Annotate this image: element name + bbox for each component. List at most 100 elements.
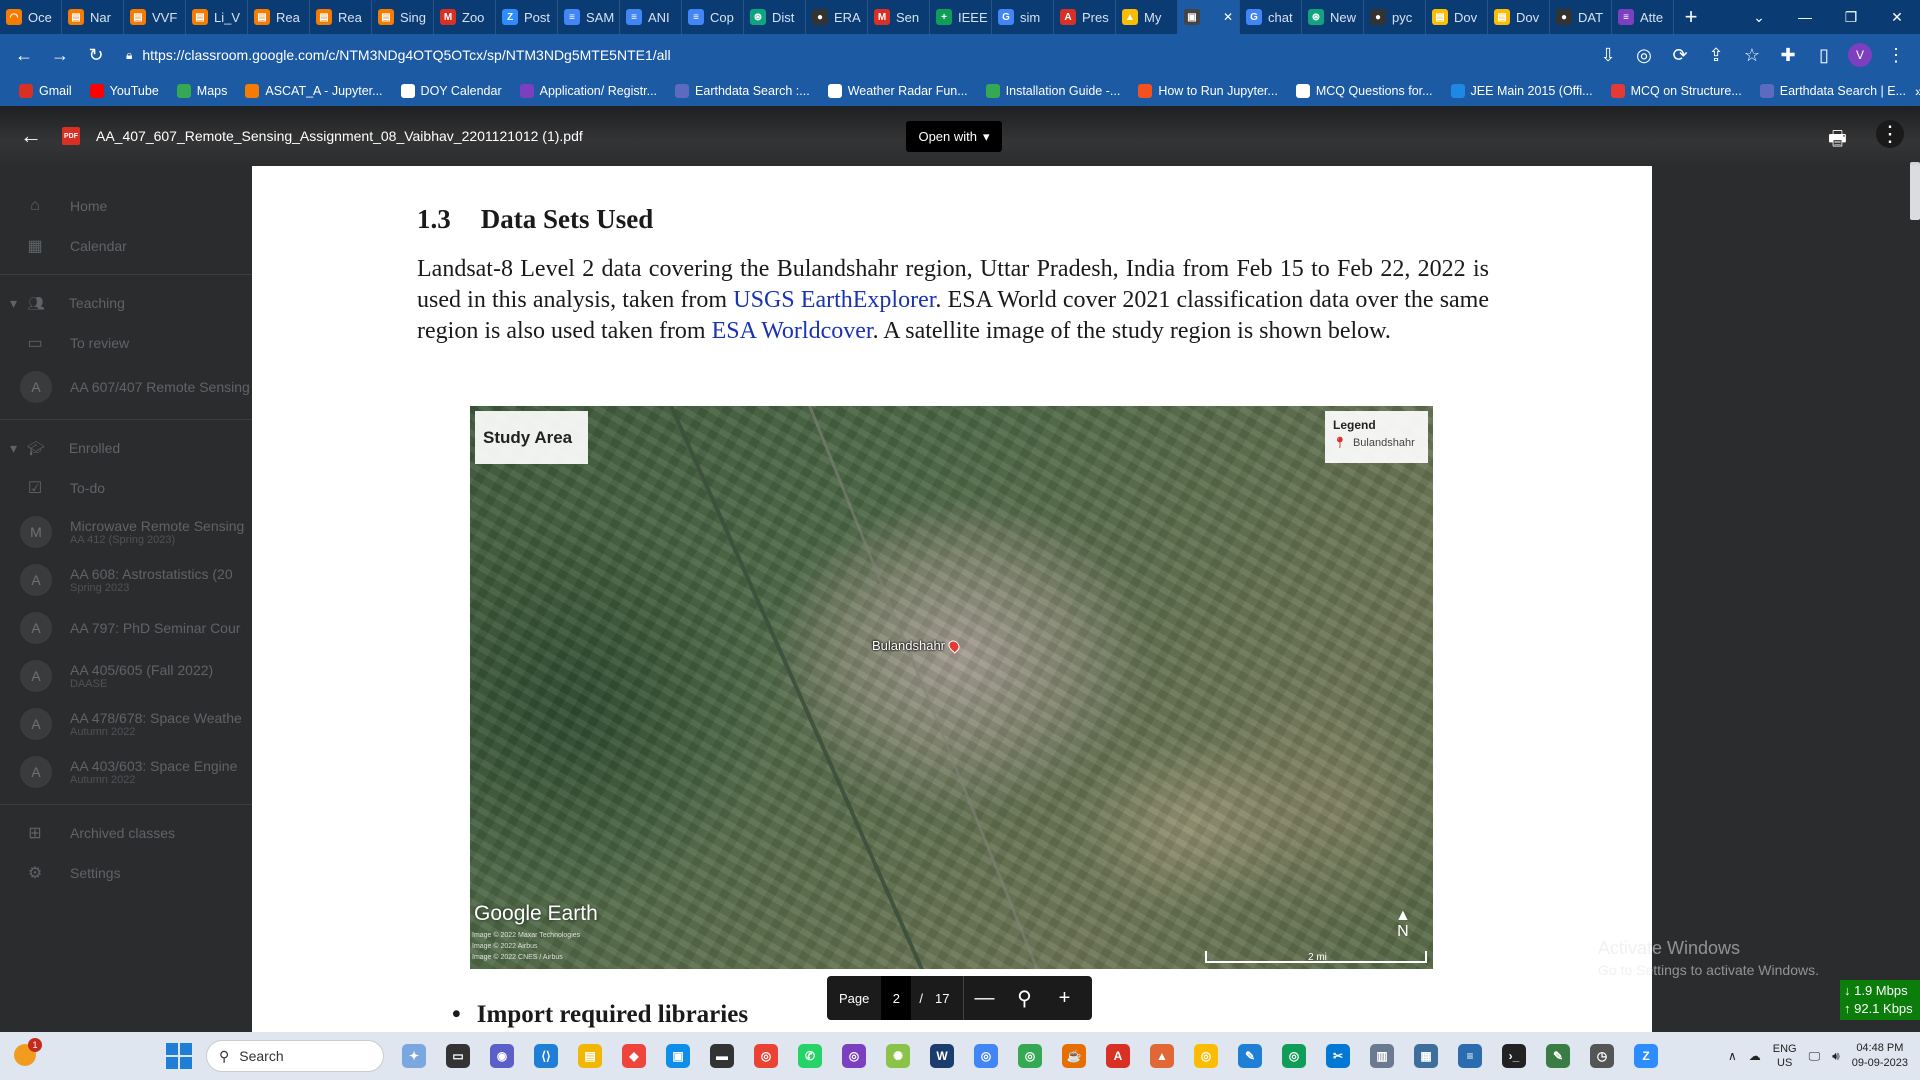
new-tab-button[interactable]: +: [1674, 0, 1708, 34]
browser-tab[interactable]: ⊛ New: [1302, 0, 1364, 34]
zoom-icon[interactable]: Z: [1624, 1034, 1668, 1078]
current-page-input[interactable]: 2: [881, 976, 912, 1020]
restore-button[interactable]: ❐: [1828, 0, 1874, 34]
widgets-icon[interactable]: ✦: [392, 1034, 436, 1078]
scrollbar-thumb[interactable]: [1910, 162, 1920, 220]
bookmark-item[interactable]: ASCAT_A - Jupyter...: [236, 84, 391, 98]
chrome-alt2-icon[interactable]: ◎: [1008, 1034, 1052, 1078]
browser-tab[interactable]: A Pres: [1054, 0, 1116, 34]
browser-tab[interactable]: ▤ Dov: [1426, 0, 1488, 34]
minimize-button[interactable]: —: [1782, 0, 1828, 34]
browser-tab[interactable]: ▲ My: [1116, 0, 1178, 34]
magnifier-icon[interactable]: ⚲: [1004, 976, 1044, 1020]
sidebar-course[interactable]: M Microwave Remote Sensing AA 412 (Spring …: [0, 508, 252, 556]
browser-tab[interactable]: ≡ Cop: [682, 0, 744, 34]
browser-tab[interactable]: ▤ Dov: [1488, 0, 1550, 34]
chrome-profile-icon[interactable]: ◎: [832, 1034, 876, 1078]
sidebar-course[interactable]: A AA 403/603: Space Engine Autumn 2022: [0, 748, 252, 796]
menu-icon[interactable]: ⋮: [1880, 39, 1912, 71]
more-options-icon[interactable]: ⋮: [1876, 120, 1904, 148]
browser-tab[interactable]: ◠ Oce: [0, 0, 62, 34]
spyder-icon[interactable]: ✺: [876, 1034, 920, 1078]
browser-tab[interactable]: ▤ Rea: [248, 0, 310, 34]
bookmarks-overflow-icon[interactable]: »: [1915, 83, 1920, 99]
vscode-icon[interactable]: ⟨⟩: [524, 1034, 568, 1078]
browser-tab[interactable]: Gsim: [992, 0, 1054, 34]
side-panel-icon[interactable]: ▯: [1808, 39, 1840, 71]
bookmark-item[interactable]: MCQ on Structure...: [1602, 84, 1751, 98]
sidebar-course[interactable]: A AA 607/407 Remote Sensing: [0, 363, 252, 411]
clock-app-icon[interactable]: ◷: [1580, 1034, 1624, 1078]
browser-tab[interactable]: ● ERA: [806, 0, 868, 34]
bookmark-item[interactable]: Maps: [168, 84, 237, 98]
chrome-alt3-icon[interactable]: ◎: [1184, 1034, 1228, 1078]
matlab-icon[interactable]: ▲: [1140, 1034, 1184, 1078]
back-arrow-icon[interactable]: ←: [20, 123, 46, 149]
browser-tab[interactable]: ≡ ANI: [620, 0, 682, 34]
sidebar-section-teaching[interactable]: ▾ 👥︎ Teaching: [0, 283, 252, 323]
bookmark-item[interactable]: Earthdata Search :...: [666, 84, 819, 98]
display-icon[interactable]: 🖵︎: [1809, 1049, 1821, 1064]
file-explorer-icon[interactable]: ▤: [568, 1034, 612, 1078]
onedrive-icon[interactable]: ☁: [1749, 1049, 1761, 1063]
java-icon[interactable]: ☕: [1052, 1034, 1096, 1078]
open-with-button[interactable]: Open with ▾: [906, 121, 1002, 152]
browser-tab[interactable]: ≡ Atte: [1612, 0, 1674, 34]
browser-tab[interactable]: ▤ Li_V: [186, 0, 248, 34]
sidebar-item-home[interactable]: ⌂ Home: [0, 186, 252, 226]
wordweb-icon[interactable]: W: [920, 1034, 964, 1078]
bookmark-item[interactable]: Installation Guide -...: [977, 84, 1130, 98]
cmd-icon[interactable]: ›_: [1492, 1034, 1536, 1078]
sidebar-item-to-review[interactable]: ▭ To review: [0, 323, 252, 363]
browser-tab[interactable]: M Zoo: [434, 0, 496, 34]
bookmark-item[interactable]: How to Run Jupyter...: [1129, 84, 1287, 98]
forward-icon[interactable]: →: [44, 39, 76, 71]
install-icon[interactable]: ⇩: [1592, 39, 1624, 71]
profile-button[interactable]: V: [1844, 39, 1876, 71]
usgs-earthexplorer-link[interactable]: USGS EarthExplorer: [733, 287, 935, 313]
bookmark-item[interactable]: Weather Radar Fun...: [819, 84, 977, 98]
chrome-alt-icon[interactable]: ◎: [964, 1034, 1008, 1078]
browser-tab[interactable]: ● pyc: [1364, 0, 1426, 34]
reload-icon[interactable]: ↻: [80, 39, 112, 71]
browser-tab[interactable]: ▤ Rea: [310, 0, 372, 34]
browser-tab[interactable]: ⊛ Dist: [744, 0, 806, 34]
close-tab-icon[interactable]: ✕: [1223, 10, 1233, 24]
tray-overflow-icon[interactable]: ∧: [1728, 1049, 1737, 1063]
bookmark-item[interactable]: Gmail: [10, 84, 81, 98]
browser-tab[interactable]: ▤ Nar: [62, 0, 124, 34]
sync-icon[interactable]: ⟳: [1664, 39, 1696, 71]
browser-tab[interactable]: M Sen: [868, 0, 930, 34]
notes-icon[interactable]: ✎: [1536, 1034, 1580, 1078]
sidebar-course[interactable]: A AA 478/678: Space Weathe Autumn 2022: [0, 700, 252, 748]
teams-icon[interactable]: ◉: [480, 1034, 524, 1078]
sidebar-course[interactable]: A AA 797: PhD Seminar Cour: [0, 604, 252, 652]
print-icon[interactable]: 🖶︎: [1828, 124, 1847, 158]
zoom-in-icon[interactable]: +: [1044, 976, 1084, 1020]
bookmark-item[interactable]: MCQ Questions for...: [1287, 84, 1442, 98]
sidebar-section-enrolled[interactable]: ▾ 🎓︎ Enrolled: [0, 428, 252, 468]
eye-slash-icon[interactable]: ◎: [1628, 39, 1660, 71]
sidebar-item-settings[interactable]: ⚙ Settings: [0, 853, 252, 893]
task-view-icon[interactable]: ▭: [436, 1034, 480, 1078]
esa-worldcover-link[interactable]: ESA Worldcover: [712, 318, 873, 344]
bookmark-item[interactable]: Application/ Registr...: [511, 84, 666, 98]
paint-icon[interactable]: ✎: [1228, 1034, 1272, 1078]
weather-widget[interactable]: 1: [6, 1036, 46, 1076]
star-icon[interactable]: ☆: [1736, 39, 1768, 71]
chrome-alt4-icon[interactable]: ◎: [1272, 1034, 1316, 1078]
zoom-out-icon[interactable]: —: [964, 976, 1004, 1020]
taskbar-search[interactable]: ⚲ Search: [206, 1040, 384, 1072]
whatsapp-icon[interactable]: ✆: [788, 1034, 832, 1078]
browser-tab[interactable]: ▤ VVF: [124, 0, 186, 34]
extensions-icon[interactable]: ✚: [1772, 39, 1804, 71]
anydesk-icon[interactable]: ◆: [612, 1034, 656, 1078]
taskbar-clock[interactable]: 04:48 PM 09-09-2023: [1852, 1041, 1908, 1071]
snipping-icon[interactable]: ✂: [1316, 1034, 1360, 1078]
chrome-icon[interactable]: ◎: [744, 1034, 788, 1078]
photos-icon[interactable]: ▣: [656, 1034, 700, 1078]
browser-tab[interactable]: ▣ ✕: [1178, 0, 1240, 34]
acrobat-icon[interactable]: A: [1096, 1034, 1140, 1078]
start-button[interactable]: [166, 1043, 192, 1069]
browser-tab[interactable]: ≡ SAM: [558, 0, 620, 34]
